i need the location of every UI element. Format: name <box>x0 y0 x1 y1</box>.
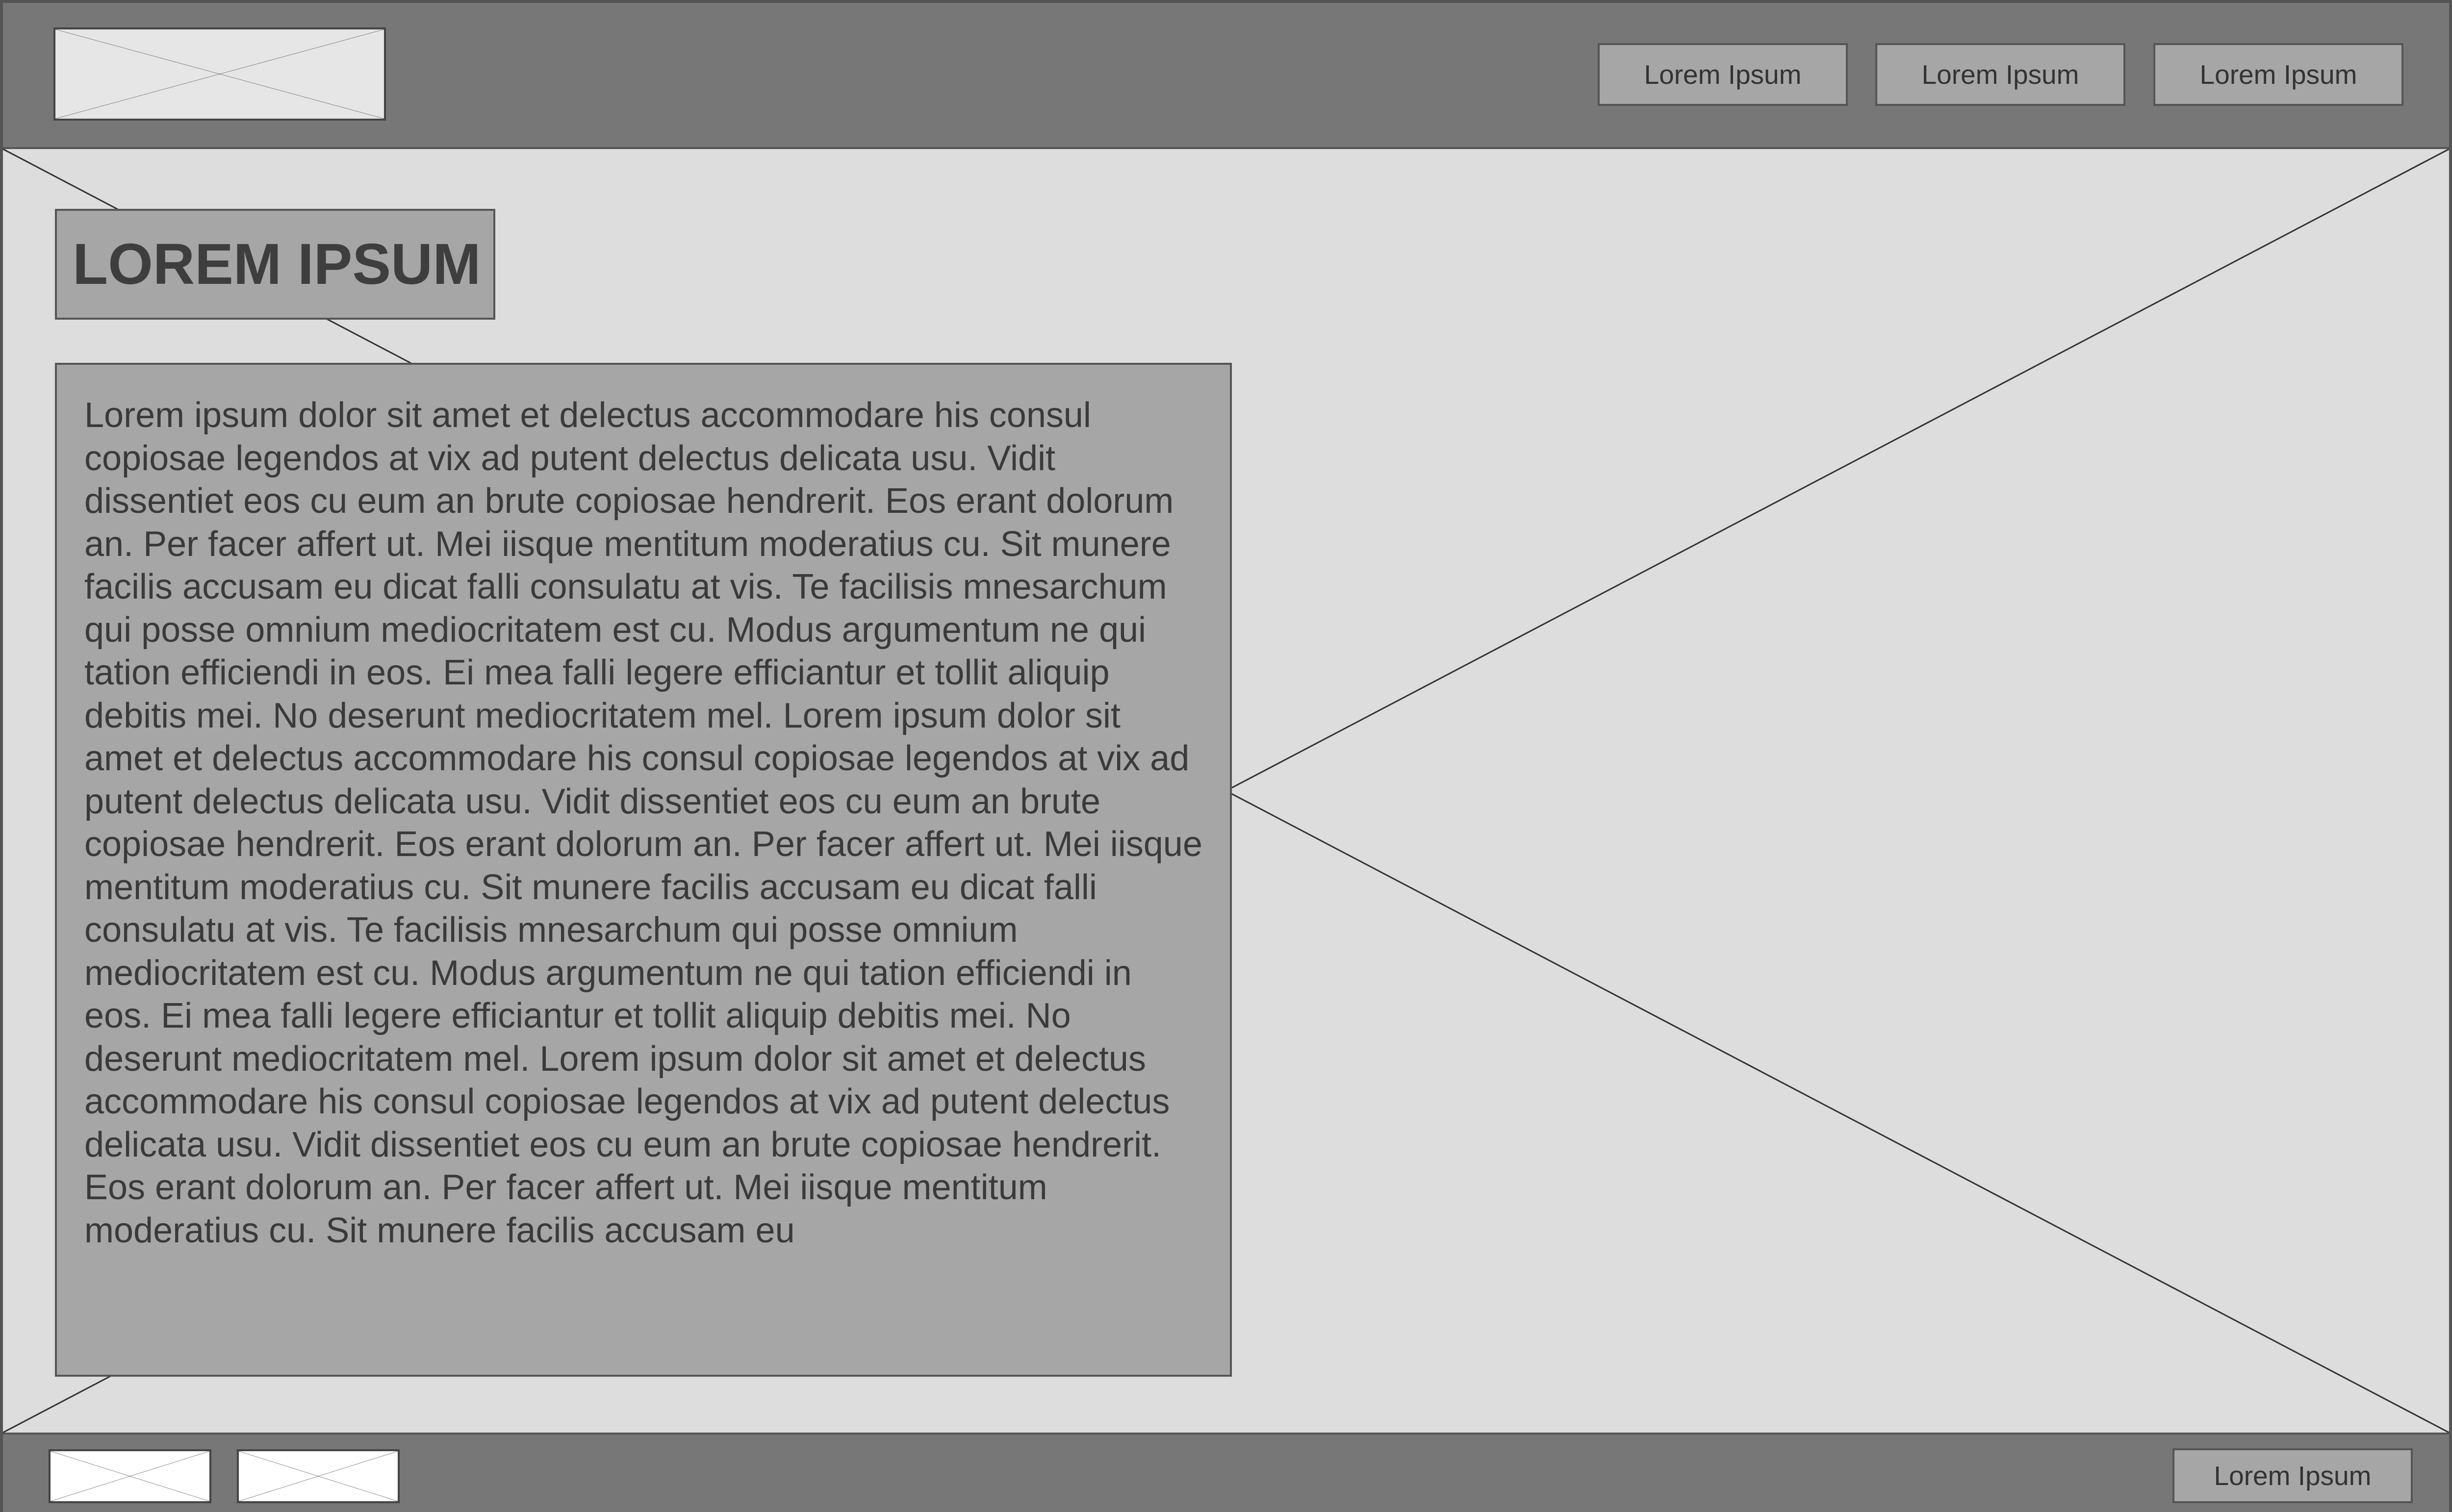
footer-bar: Lorem Ipsum <box>3 1433 2449 1512</box>
hero-body-text: Lorem ipsum dolor sit amet et delectus a… <box>55 363 1232 1377</box>
hero-title: LOREM IPSUM <box>55 209 495 320</box>
image-placeholder-icon <box>239 1451 398 1501</box>
nav-button-3[interactable]: Lorem Ipsum <box>2153 43 2403 106</box>
logo-placeholder[interactable] <box>53 27 386 121</box>
nav-button-1[interactable]: Lorem Ipsum <box>1598 43 1848 106</box>
footer-thumbnail-1[interactable] <box>49 1449 211 1503</box>
image-placeholder-icon <box>55 29 384 119</box>
image-placeholder-icon <box>51 1451 209 1501</box>
footer-button[interactable]: Lorem Ipsum <box>2172 1448 2413 1503</box>
header-bar: Lorem Ipsum Lorem Ipsum Lorem Ipsum <box>3 3 2449 149</box>
footer-thumbnail-2[interactable] <box>237 1449 400 1503</box>
wireframe-page: Lorem Ipsum Lorem Ipsum Lorem Ipsum LORE… <box>0 0 2452 1512</box>
nav-button-2[interactable]: Lorem Ipsum <box>1875 43 2125 106</box>
